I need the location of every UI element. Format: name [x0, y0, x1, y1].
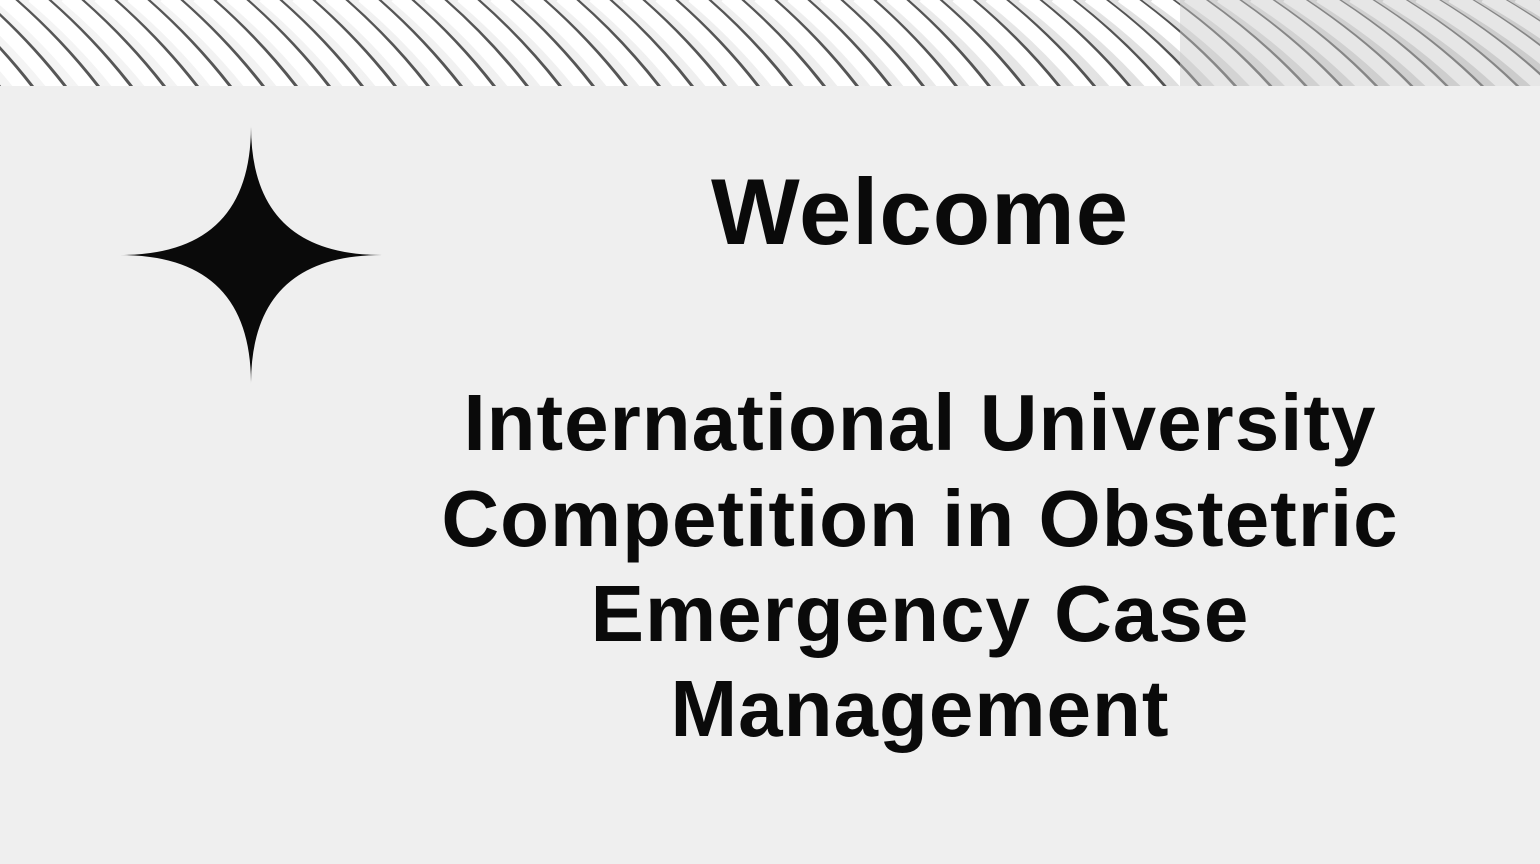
top-banner [0, 0, 1540, 86]
welcome-heading: Welcome [711, 159, 1129, 264]
banner-shade [1180, 0, 1540, 86]
competition-title: International University Competition in … [380, 375, 1460, 756]
title-line: Competition in Obstetric [441, 473, 1399, 563]
diagonal-stripes-pattern [0, 0, 1540, 86]
four-point-star-icon [120, 126, 382, 384]
main-content: Welcome International University Competi… [380, 160, 1460, 756]
title-line: Management [670, 663, 1170, 753]
title-line: Emergency Case [590, 568, 1250, 658]
title-line: International University [463, 378, 1377, 468]
